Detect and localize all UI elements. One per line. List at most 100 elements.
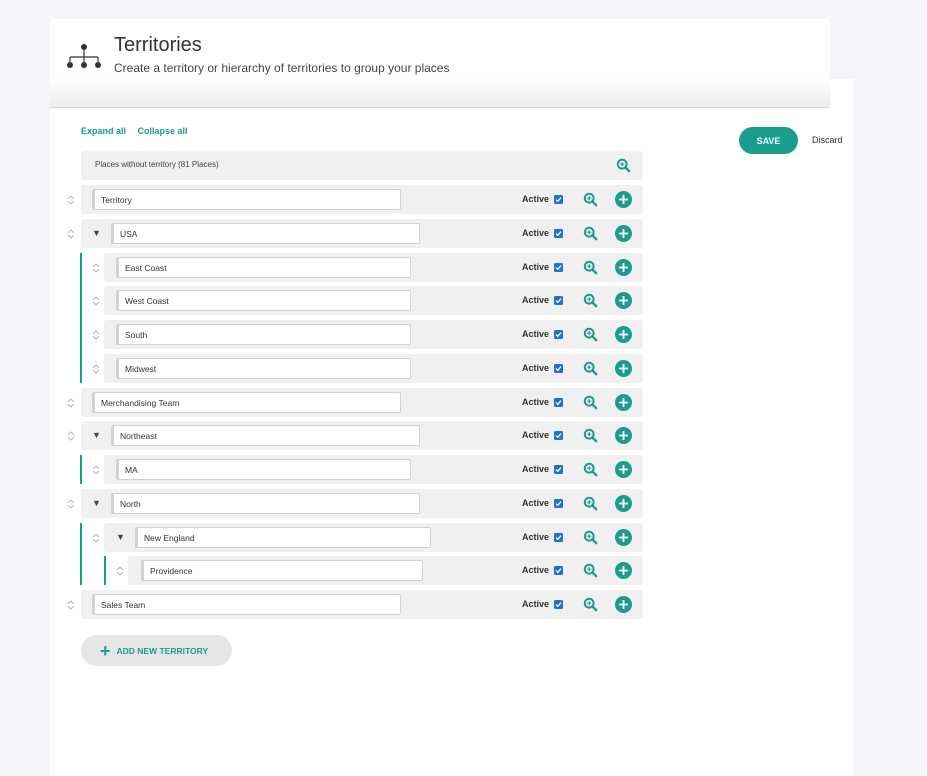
zoom-icon[interactable] (583, 260, 598, 275)
add-child-icon[interactable] (615, 562, 632, 579)
add-child-icon[interactable] (615, 596, 632, 613)
zoom-icon[interactable] (583, 597, 598, 612)
zoom-icon[interactable] (583, 496, 598, 511)
zoom-icon[interactable] (583, 395, 598, 410)
active-label: Active (522, 262, 550, 272)
territory-name-input[interactable] (116, 358, 411, 379)
drag-handle-icon[interactable] (66, 193, 76, 207)
active-toggle[interactable]: Active (522, 498, 564, 508)
drag-handle-icon[interactable] (91, 531, 101, 545)
check-icon (555, 466, 562, 472)
nesting-line (104, 556, 106, 585)
active-label: Active (522, 565, 550, 575)
territory-name-input[interactable] (116, 459, 411, 480)
territory-name-input[interactable] (111, 223, 420, 244)
active-checkbox[interactable] (554, 599, 564, 609)
active-checkbox[interactable] (554, 498, 564, 508)
zoom-icon[interactable] (583, 293, 598, 308)
zoom-icon[interactable] (583, 428, 598, 443)
territory-row: Active (104, 253, 643, 282)
add-new-territory-button[interactable]: + ADD NEW TERRITORY (81, 635, 232, 666)
active-checkbox[interactable] (554, 397, 564, 407)
active-toggle[interactable]: Active (522, 295, 564, 305)
expand-toggle-icon[interactable]: ▼ (92, 498, 101, 508)
territory-name-input[interactable] (116, 290, 411, 311)
drag-handle-icon[interactable] (66, 227, 76, 241)
active-toggle[interactable]: Active (522, 262, 564, 272)
active-toggle[interactable]: Active (522, 194, 564, 204)
territory-name-input[interactable] (141, 560, 423, 581)
expand-toggle-icon[interactable]: ▼ (116, 532, 125, 542)
add-child-icon[interactable] (615, 225, 632, 242)
active-checkbox[interactable] (554, 194, 564, 204)
territory-name-input[interactable] (111, 425, 420, 446)
nesting-line (80, 455, 82, 484)
add-child-icon[interactable] (615, 461, 632, 478)
territory-name-input[interactable] (116, 257, 411, 278)
active-checkbox[interactable] (554, 228, 564, 238)
active-toggle[interactable]: Active (522, 599, 564, 609)
territory-name-input[interactable] (92, 594, 401, 615)
add-child-icon[interactable] (615, 191, 632, 208)
active-checkbox[interactable] (554, 262, 564, 272)
active-checkbox[interactable] (554, 430, 564, 440)
active-checkbox[interactable] (554, 295, 564, 305)
drag-handle-icon[interactable] (91, 261, 101, 275)
zoom-icon[interactable] (583, 327, 598, 342)
add-child-icon[interactable] (615, 259, 632, 276)
territory-row: ▼ Active (81, 219, 643, 248)
add-child-icon[interactable] (615, 394, 632, 411)
drag-handle-icon[interactable] (91, 463, 101, 477)
zoom-icon[interactable] (583, 361, 598, 376)
drag-handle-icon[interactable] (115, 564, 125, 578)
collapse-all-link[interactable]: Collapse all (138, 126, 188, 136)
add-child-icon[interactable] (615, 427, 632, 444)
territory-name-input[interactable] (92, 392, 401, 413)
expand-toggle-icon[interactable]: ▼ (92, 228, 101, 238)
active-toggle[interactable]: Active (522, 329, 564, 339)
zoom-icon[interactable] (583, 192, 598, 207)
drag-handle-icon[interactable] (66, 396, 76, 410)
active-checkbox[interactable] (554, 363, 564, 373)
active-toggle[interactable]: Active (522, 565, 564, 575)
territory-name-input[interactable] (111, 493, 420, 514)
check-icon (555, 331, 562, 337)
save-button[interactable]: SAVE (739, 127, 798, 154)
drag-handle-icon[interactable] (91, 328, 101, 342)
expand-all-link[interactable]: Expand all (81, 126, 126, 136)
zoom-icon[interactable] (583, 226, 598, 241)
nesting-line (80, 523, 82, 585)
add-child-icon[interactable] (615, 292, 632, 309)
active-toggle[interactable]: Active (522, 363, 564, 373)
zoom-icon[interactable] (583, 563, 598, 578)
places-without-territory-row[interactable]: Places without territory (81 Places) (81, 151, 643, 180)
zoom-icon[interactable] (583, 462, 598, 477)
active-checkbox[interactable] (554, 329, 564, 339)
active-toggle[interactable]: Active (522, 464, 564, 474)
active-checkbox[interactable] (554, 565, 564, 575)
zoom-icon[interactable] (583, 530, 598, 545)
active-toggle[interactable]: Active (522, 228, 564, 238)
add-child-icon[interactable] (615, 495, 632, 512)
check-icon (555, 399, 562, 405)
active-toggle[interactable]: Active (522, 430, 564, 440)
expand-toggle-icon[interactable]: ▼ (92, 430, 101, 440)
zoom-icon[interactable] (616, 158, 631, 173)
check-icon (555, 500, 562, 506)
active-checkbox[interactable] (554, 532, 564, 542)
drag-handle-icon[interactable] (66, 429, 76, 443)
add-child-icon[interactable] (615, 326, 632, 343)
add-child-icon[interactable] (615, 360, 632, 377)
active-toggle[interactable]: Active (522, 532, 564, 542)
drag-handle-icon[interactable] (66, 497, 76, 511)
drag-handle-icon[interactable] (91, 362, 101, 376)
add-child-icon[interactable] (615, 529, 632, 546)
discard-button[interactable]: Discard (812, 135, 843, 145)
drag-handle-icon[interactable] (91, 294, 101, 308)
territory-name-input[interactable] (135, 527, 431, 548)
active-checkbox[interactable] (554, 464, 564, 474)
territory-name-input[interactable] (116, 324, 411, 345)
active-toggle[interactable]: Active (522, 397, 564, 407)
drag-handle-icon[interactable] (66, 598, 76, 612)
territory-name-input[interactable] (92, 189, 401, 210)
